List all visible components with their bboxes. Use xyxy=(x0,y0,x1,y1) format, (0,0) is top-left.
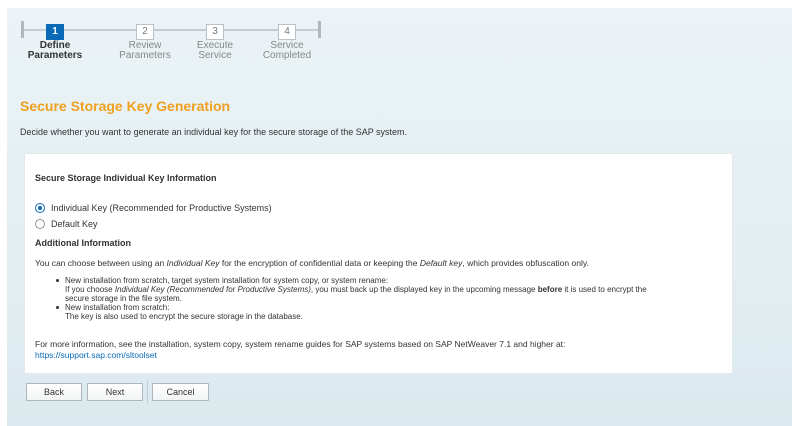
back-button[interactable]: Back xyxy=(26,383,82,401)
bullet-head: New installation from scratch, target sy… xyxy=(65,276,389,285)
option-default-key-label: Default Key xyxy=(51,219,98,229)
bullet-detail-bold: before xyxy=(537,285,563,294)
roadmap-step-label: Review Parameters xyxy=(108,41,182,61)
key-info-panel: Secure Storage Individual Key Informatio… xyxy=(24,153,733,374)
section-title: Secure Storage Individual Key Informatio… xyxy=(35,173,217,183)
intro-text-1: You can choose between using an xyxy=(35,258,167,268)
roadmap: 1 Define Parameters 2 Review Parameters … xyxy=(21,18,321,73)
roadmap-step-label: Execute Service xyxy=(178,41,252,61)
option-individual-key-label: Individual Key (Recommended for Producti… xyxy=(51,203,272,213)
additional-info-title: Additional Information xyxy=(35,238,131,248)
bullet-detail-line2: secure storage in the file system. xyxy=(65,294,182,303)
roadmap-step-number: 3 xyxy=(206,24,224,40)
roadmap-step-number: 4 xyxy=(278,24,296,40)
page-subtitle: Decide whether you want to generate an i… xyxy=(20,127,408,137)
bullet-head: New installation from scratch: xyxy=(65,303,170,312)
roadmap-step-review-parameters: 2 Review Parameters xyxy=(108,18,182,61)
cancel-button[interactable]: Cancel xyxy=(152,383,209,401)
additional-info-bullets: New installation from scratch, target sy… xyxy=(55,276,735,321)
intro-emphasis-default-key: Default key xyxy=(419,258,463,268)
intro-text-2: for the encryption of confidential data … xyxy=(219,258,420,268)
bullet-item: New installation from scratch, target sy… xyxy=(55,276,735,303)
more-info-text: For more information, see the installati… xyxy=(35,339,566,349)
roadmap-step-execute-service: 3 Execute Service xyxy=(178,18,252,61)
roadmap-step-label-line2: Parameters xyxy=(119,50,171,61)
roadmap-step-number: 1 xyxy=(46,24,64,40)
option-individual-key[interactable]: Individual Key (Recommended for Producti… xyxy=(35,203,272,213)
roadmap-step-label: Define Parameters xyxy=(18,41,92,61)
sltoolset-link[interactable]: https://support.sap.com/sltoolset xyxy=(35,350,157,360)
roadmap-step-service-completed: 4 Service Completed xyxy=(250,18,324,61)
bullet-item: New installation from scratch: The key i… xyxy=(55,303,735,321)
bullet-detail-emphasis: Individual Key (Recommended for Producti… xyxy=(114,285,311,294)
bullet-detail-text-3: it is used to encrypt the xyxy=(562,285,647,294)
intro-text-3: , which provides obfuscation only. xyxy=(462,258,589,268)
roadmap-step-label-line2: Service xyxy=(198,50,232,61)
roadmap-step-label-line2: Parameters xyxy=(27,50,83,61)
page-background: 1 Define Parameters 2 Review Parameters … xyxy=(7,8,792,426)
roadmap-step-define-parameters[interactable]: 1 Define Parameters xyxy=(18,18,92,61)
roadmap-step-label: Service Completed xyxy=(250,41,324,61)
bullet-detail: The key is also used to encrypt the secu… xyxy=(65,312,303,321)
page-title: Secure Storage Key Generation xyxy=(20,98,231,114)
roadmap-step-number: 2 xyxy=(136,24,154,40)
radio-selected-icon[interactable] xyxy=(35,203,45,213)
radio-unselected-icon[interactable] xyxy=(35,219,45,229)
option-default-key[interactable]: Default Key xyxy=(35,219,98,229)
roadmap-step-label-line2: Completed xyxy=(262,50,312,61)
bullet-detail: If you choose Individual Key (Recommende… xyxy=(65,285,735,294)
button-separator xyxy=(147,381,148,403)
bullet-detail-text-1: If you choose xyxy=(65,285,115,294)
next-button[interactable]: Next xyxy=(87,383,143,401)
additional-info-intro: You can choose between using an Individu… xyxy=(35,258,589,268)
bullet-detail-text-2: , you must back up the displayed key in … xyxy=(310,285,538,294)
intro-emphasis-individual-key: Individual Key xyxy=(166,258,220,268)
